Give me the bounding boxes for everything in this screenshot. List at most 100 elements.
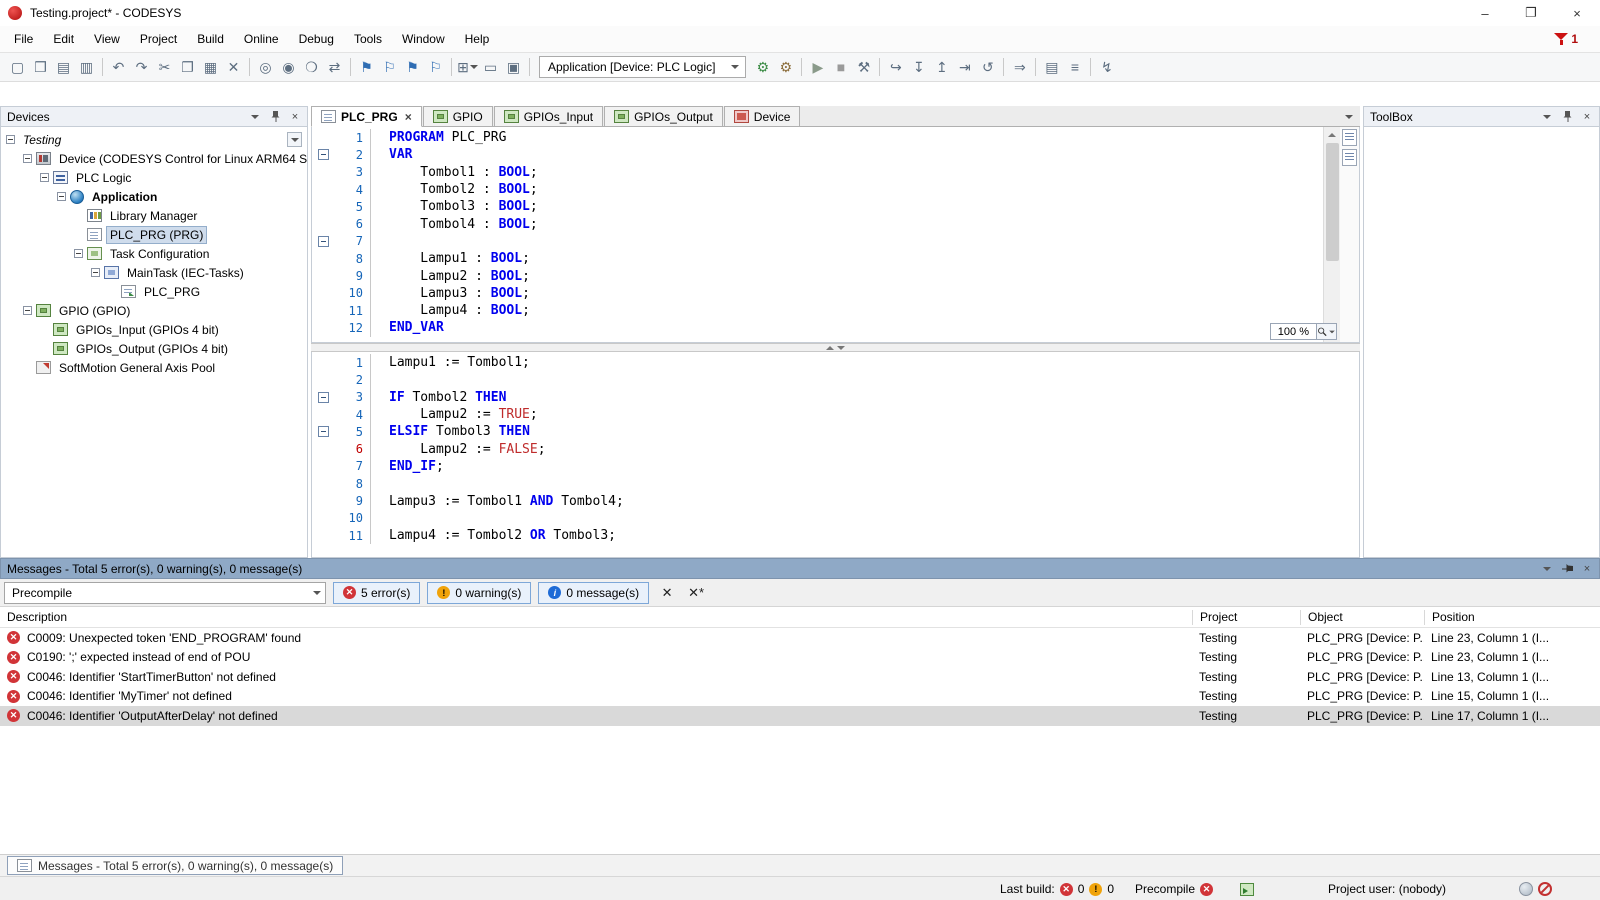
tree-item-gpio-gpio[interactable]: GPIO (GPIO) bbox=[1, 301, 307, 320]
column-header-object[interactable]: Object bbox=[1300, 610, 1424, 625]
toolbar-save-project-button[interactable]: ▤ bbox=[52, 56, 75, 79]
devices-pin-button[interactable] bbox=[267, 109, 283, 125]
tree-item-task-configuration[interactable]: Task Configuration bbox=[1, 244, 307, 263]
expander-icon[interactable] bbox=[6, 135, 15, 144]
documentation-view-button[interactable] bbox=[1342, 149, 1357, 166]
message-row[interactable]: ✕C0009: Unexpected token 'END_PROGRAM' f… bbox=[0, 628, 1600, 648]
errors-toggle-button[interactable]: ✕ 5 error(s) bbox=[333, 582, 420, 604]
tree-item-library-manager[interactable]: Library Manager bbox=[1, 206, 307, 225]
warnings-toggle-button[interactable]: ! 0 warning(s) bbox=[427, 582, 531, 604]
messages-close-button[interactable]: × bbox=[1579, 561, 1595, 577]
clear-all-messages-button[interactable]: ✕* bbox=[685, 582, 707, 604]
fold-toggle-icon[interactable] bbox=[318, 392, 329, 403]
tab-gpios-output[interactable]: GPIOs_Output bbox=[604, 106, 723, 126]
tree-item-plc-logic[interactable]: PLC Logic bbox=[1, 168, 307, 187]
tree-item-maintask-iec-tasks[interactable]: MainTask (IEC-Tasks) bbox=[1, 263, 307, 282]
toolbar-start-button[interactable]: ▶ bbox=[806, 56, 829, 79]
toolbar-watch-list-button[interactable]: ≡ bbox=[1063, 56, 1086, 79]
tab-gpio[interactable]: GPIO bbox=[423, 106, 493, 126]
close-tab-icon[interactable]: × bbox=[405, 110, 412, 124]
toolbar-paste-button[interactable]: ▦ bbox=[199, 56, 222, 79]
toolbar-copy-button[interactable]: ❐ bbox=[176, 56, 199, 79]
expander-icon[interactable] bbox=[91, 268, 100, 277]
toolbar-new-project-button[interactable]: ▢ bbox=[6, 56, 29, 79]
toolbar-step-into-button[interactable]: ↧ bbox=[907, 56, 930, 79]
toolbox-close-button[interactable]: × bbox=[1579, 109, 1595, 125]
toolbar-monitoring-button[interactable]: ▤ bbox=[1040, 56, 1063, 79]
tree-item-application[interactable]: Application bbox=[1, 187, 307, 206]
menu-view[interactable]: View bbox=[84, 27, 130, 51]
expander-icon[interactable] bbox=[57, 192, 66, 201]
toolbar-previous-bookmark-button[interactable]: ⚐ bbox=[378, 56, 401, 79]
toolbar-refactoring-button[interactable]: ↯ bbox=[1095, 56, 1118, 79]
messages-bottom-tab[interactable]: Messages - Total 5 error(s), 0 warning(s… bbox=[7, 856, 343, 875]
declaration-view-button[interactable] bbox=[1342, 129, 1357, 146]
zoom-level[interactable]: 100 % bbox=[1270, 323, 1317, 340]
message-row[interactable]: ✕C0190: ';' expected instead of end of P… bbox=[0, 648, 1600, 668]
minimize-button[interactable]: – bbox=[1462, 0, 1508, 26]
devices-close-button[interactable]: × bbox=[287, 109, 303, 125]
editor-splitter[interactable] bbox=[311, 343, 1360, 352]
menu-online[interactable]: Online bbox=[234, 27, 289, 51]
tab-device[interactable]: Device bbox=[724, 106, 801, 126]
fold-toggle-icon[interactable] bbox=[318, 149, 329, 160]
declaration-editor[interactable]: 1PROGRAM PLC_PRG2VAR3 Tombol1 : BOOL;4 T… bbox=[311, 127, 1360, 343]
active-application-combo[interactable]: Application [Device: PLC Logic] bbox=[539, 56, 746, 78]
toolbox-pin-button[interactable] bbox=[1559, 109, 1575, 125]
zoom-button[interactable] bbox=[1317, 323, 1337, 340]
column-header-project[interactable]: Project bbox=[1192, 610, 1300, 625]
toolbar-replace-button[interactable]: ⇄ bbox=[323, 56, 346, 79]
menu-edit[interactable]: Edit bbox=[43, 27, 84, 51]
toolbox-dropdown-button[interactable] bbox=[1539, 109, 1555, 125]
scrollbar-thumb[interactable] bbox=[1326, 143, 1339, 261]
expander-icon[interactable] bbox=[40, 173, 49, 182]
tree-item-plc-prg-prg[interactable]: PLC_PRG (PRG) bbox=[1, 225, 307, 244]
tree-item-softmotion-general-axis-pool[interactable]: SoftMotion General Axis Pool bbox=[1, 358, 307, 377]
declaration-scrollbar[interactable] bbox=[1323, 127, 1340, 342]
toolbar-login-options-button[interactable]: ⚒ bbox=[852, 56, 875, 79]
toolbar-new-window-button[interactable]: ▭ bbox=[479, 56, 502, 79]
messages-pin-button[interactable] bbox=[1559, 561, 1575, 577]
notification-area[interactable]: 1 bbox=[1554, 32, 1596, 46]
toolbar-next-bookmark-button[interactable]: ⚑ bbox=[401, 56, 424, 79]
column-header-position[interactable]: Position bbox=[1424, 610, 1600, 625]
tree-item-plc-prg[interactable]: PLC_PRG bbox=[1, 282, 307, 301]
tab-gpios-input[interactable]: GPIOs_Input bbox=[494, 106, 603, 126]
menu-build[interactable]: Build bbox=[187, 27, 234, 51]
menu-window[interactable]: Window bbox=[392, 27, 455, 51]
menu-project[interactable]: Project bbox=[130, 27, 187, 51]
menu-help[interactable]: Help bbox=[455, 27, 500, 51]
toolbar-step-out-button[interactable]: ↥ bbox=[930, 56, 953, 79]
toolbar-cut-button[interactable]: ✂ bbox=[153, 56, 176, 79]
message-row[interactable]: ✕C0046: Identifier 'OutputAfterDelay' no… bbox=[0, 706, 1600, 726]
expander-icon[interactable] bbox=[74, 249, 83, 258]
toolbar-rebuild-button[interactable]: ⚙ bbox=[774, 56, 797, 79]
toolbar-toggle-bookmark-button[interactable]: ⚑ bbox=[355, 56, 378, 79]
toolbar-stop-button[interactable]: ■ bbox=[829, 56, 852, 79]
toolbar-undo-button[interactable]: ↶ bbox=[107, 56, 130, 79]
close-button[interactable]: × bbox=[1554, 0, 1600, 26]
clear-messages-button[interactable]: ✕ bbox=[656, 582, 678, 604]
message-row[interactable]: ✕C0046: Identifier 'MyTimer' not defined… bbox=[0, 687, 1600, 707]
implementation-editor[interactable]: 1Lampu1 := Tombol1;23IF Tombol2 THEN4 La… bbox=[311, 352, 1360, 558]
message-category-combo[interactable]: Precompile bbox=[4, 582, 326, 604]
devices-dropdown-button[interactable] bbox=[247, 109, 263, 125]
fold-toggle-icon[interactable] bbox=[318, 426, 329, 437]
devices-view-dropdown[interactable] bbox=[287, 132, 302, 147]
toolbar-build-button[interactable]: ⚙ bbox=[751, 56, 774, 79]
toolbar-open-project-button[interactable]: ❒ bbox=[29, 56, 52, 79]
toolbar-step-over-button[interactable]: ↪ bbox=[884, 56, 907, 79]
tree-item-gpios-input-gpios-4-bit[interactable]: GPIOs_Input (GPIOs 4 bit) bbox=[1, 320, 307, 339]
toolbar-input-assistant-button[interactable]: ▣ bbox=[502, 56, 525, 79]
menu-debug[interactable]: Debug bbox=[289, 27, 344, 51]
scroll-up-icon[interactable] bbox=[1324, 127, 1341, 142]
column-header-description[interactable]: Description bbox=[0, 610, 1192, 625]
toolbar-delete-button[interactable]: ✕ bbox=[222, 56, 245, 79]
messages-toggle-button[interactable]: i 0 message(s) bbox=[538, 582, 649, 604]
menu-file[interactable]: File bbox=[4, 27, 43, 51]
expander-icon[interactable] bbox=[23, 154, 32, 163]
toolbar-reset-button[interactable]: ↺ bbox=[976, 56, 999, 79]
message-row[interactable]: ✕C0046: Identifier 'StartTimerButton' no… bbox=[0, 667, 1600, 687]
tab-plc-prg[interactable]: PLC_PRG× bbox=[311, 106, 422, 127]
toolbar-find-in-project-button[interactable]: ❍ bbox=[300, 56, 323, 79]
